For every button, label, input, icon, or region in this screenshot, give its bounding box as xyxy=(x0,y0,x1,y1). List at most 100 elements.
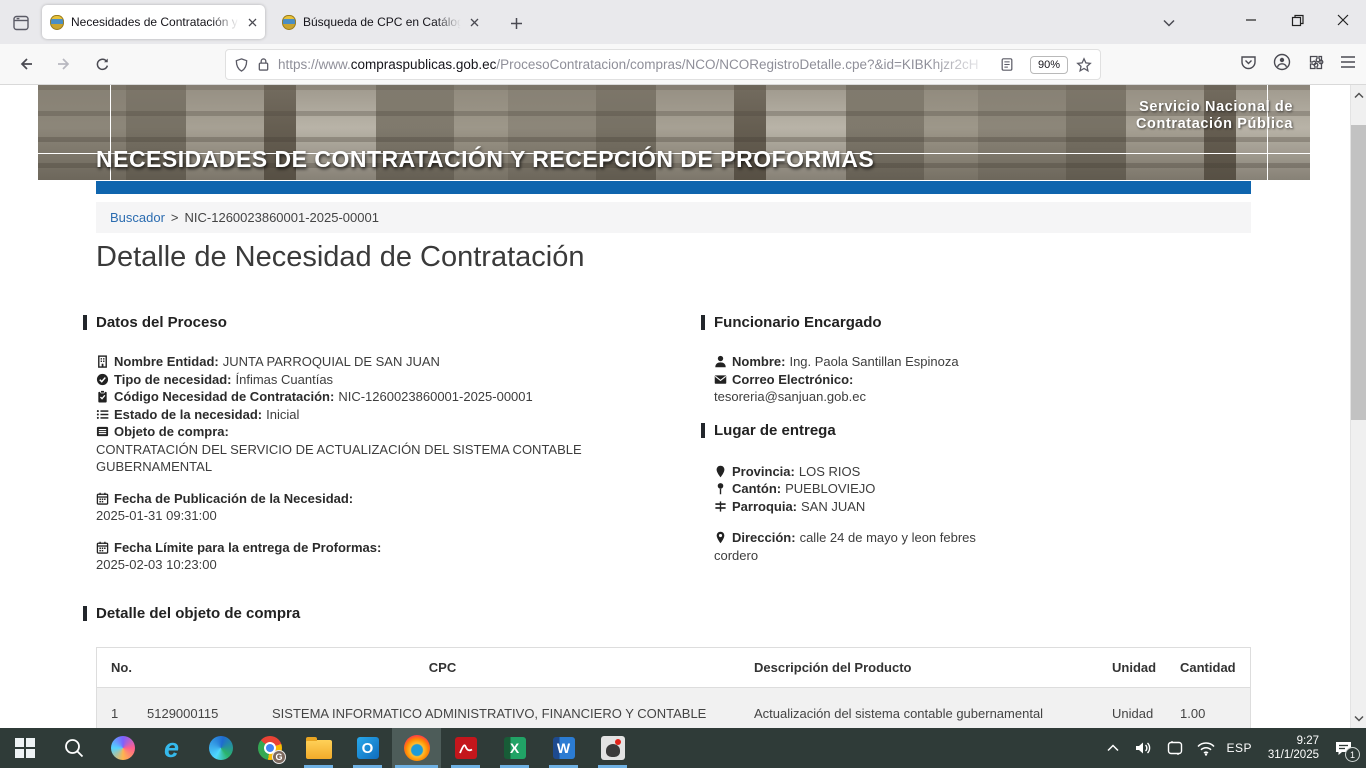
field-provincia: Provincia:LOS RIOS xyxy=(714,463,994,481)
url-text: https://www.compraspublicas.gob.ec/Proce… xyxy=(278,57,1000,72)
restore-button[interactable] xyxy=(1274,0,1320,40)
excel-icon: X xyxy=(504,737,526,759)
notification-center-button[interactable]: 1 xyxy=(1328,728,1358,768)
edge-button[interactable] xyxy=(196,728,245,768)
connect-icon xyxy=(1166,740,1184,756)
restore-icon xyxy=(1291,14,1304,27)
language-indicator[interactable]: ESP xyxy=(1226,741,1252,755)
extensions-puzzle-icon[interactable] xyxy=(1307,54,1324,76)
search-icon xyxy=(63,737,85,759)
back-button[interactable] xyxy=(10,49,42,79)
wifi-icon xyxy=(1196,741,1216,756)
browser-tab-busqueda-cpc[interactable]: Búsqueda de CPC en Catálogo xyxy=(274,5,487,39)
ecuador-crest-favicon xyxy=(282,15,296,30)
tab-close-icon[interactable] xyxy=(470,18,479,27)
breadcrumb-buscador-link[interactable]: Buscador xyxy=(110,210,165,225)
field-codigo-necesidad: Código Necesidad de Contratación:NIC-126… xyxy=(96,388,696,406)
field-label: Objeto de compra: xyxy=(114,424,229,439)
datos-del-proceso-section: Datos del Proceso Nombre Entidad:JUNTA P… xyxy=(96,314,696,574)
list-all-tabs-button[interactable] xyxy=(1155,10,1183,36)
clipboard-check-icon xyxy=(96,390,109,403)
tab-close-icon[interactable] xyxy=(248,18,257,27)
search-button[interactable] xyxy=(49,728,98,768)
new-tab-button[interactable] xyxy=(503,10,529,36)
field-value: SAN JUAN xyxy=(801,499,865,514)
road-icon xyxy=(714,500,727,513)
field-value: Ing. Paola Santillan Espinoza xyxy=(789,354,958,369)
firefox-icon xyxy=(404,735,430,761)
outlook-button[interactable]: O xyxy=(343,728,392,768)
hidden-icons-chevron[interactable] xyxy=(1102,728,1124,768)
banner-title: NECESIDADES DE CONTRATACIÓN Y RECEPCIÓN … xyxy=(96,146,874,173)
internet-explorer-button[interactable]: e xyxy=(147,728,196,768)
reload-button[interactable] xyxy=(86,49,118,79)
tray-time: 9:27 xyxy=(1261,734,1319,748)
acrobat-button[interactable] xyxy=(441,728,490,768)
browser-toolbar: https://www.compraspublicas.gob.ec/Proce… xyxy=(0,44,1366,85)
cell-cpc-code: 5129000115 xyxy=(139,706,264,721)
edge-icon xyxy=(209,736,233,760)
minimize-icon xyxy=(1245,14,1257,26)
list-icon xyxy=(96,408,109,421)
agency-line2: Contratación Pública xyxy=(1136,116,1293,133)
close-button[interactable] xyxy=(1320,0,1366,40)
minimize-button[interactable] xyxy=(1228,0,1274,40)
cell-no: 1 xyxy=(97,706,139,721)
chrome-button[interactable]: G xyxy=(245,728,294,768)
table-header-row: No. CPC Descripción del Producto Unidad … xyxy=(97,648,1250,688)
cell-cantidad: 1.00 xyxy=(1172,706,1252,721)
copilot-button[interactable] xyxy=(98,728,147,768)
acrobat-reader-icon xyxy=(455,737,477,759)
back-arrow-icon xyxy=(18,56,34,72)
tab-title: Búsqueda de CPC en Catálogo xyxy=(303,15,464,29)
speaker-icon xyxy=(1134,740,1154,756)
connect-device-button[interactable] xyxy=(1164,728,1186,768)
browser-tab-necesidades[interactable]: Necesidades de Contratación y xyxy=(42,5,265,39)
reload-icon xyxy=(95,57,110,72)
scrollbar-thumb[interactable] xyxy=(1351,125,1366,420)
envelope-icon xyxy=(714,373,727,386)
calendar-icon xyxy=(96,492,109,505)
url-path: /ProcesoContratacion/compras/NCO/NCORegi… xyxy=(496,57,978,72)
account-icon[interactable] xyxy=(1273,53,1291,76)
scroll-down-arrow-icon[interactable] xyxy=(1351,710,1366,726)
field-objeto-compra: Objeto de compra: xyxy=(96,423,696,441)
tracking-shield-icon[interactable] xyxy=(234,57,249,73)
right-column: Funcionario Encargado Nombre:Ing. Paola … xyxy=(714,314,994,564)
objeto-compra-value: CONTRATACIÓN DEL SERVICIO DE ACTUALIZACI… xyxy=(96,441,696,476)
java-duke-icon xyxy=(601,736,625,760)
start-button[interactable] xyxy=(0,728,49,768)
volume-button[interactable] xyxy=(1133,728,1155,768)
cell-descripcion: Actualización del sistema contable guber… xyxy=(746,706,1104,721)
forward-button[interactable] xyxy=(48,49,80,79)
lock-icon[interactable] xyxy=(257,57,270,72)
field-label: Nombre: xyxy=(732,354,785,369)
section-heading-lugar: Lugar de entrega xyxy=(714,422,994,439)
java-app-button[interactable] xyxy=(588,728,637,768)
agency-line1: Servicio Nacional de xyxy=(1136,99,1293,116)
taskbar-apps: e G O X W xyxy=(0,728,637,768)
wifi-button[interactable] xyxy=(1195,728,1217,768)
pocket-icon[interactable] xyxy=(1240,54,1257,76)
reader-view-icon[interactable] xyxy=(1000,57,1014,72)
word-button[interactable]: W xyxy=(539,728,588,768)
excel-button[interactable]: X xyxy=(490,728,539,768)
url-bar[interactable]: https://www.compraspublicas.gob.ec/Proce… xyxy=(225,49,1101,80)
firefox-view-icon xyxy=(12,14,30,32)
zoom-level-badge[interactable]: 90% xyxy=(1030,56,1068,74)
map-marker-icon xyxy=(714,465,727,478)
scroll-up-arrow-icon[interactable] xyxy=(1351,87,1366,103)
file-explorer-button[interactable] xyxy=(294,728,343,768)
vertical-scrollbar[interactable] xyxy=(1350,85,1366,728)
field-value: Ínfimas Cuantías xyxy=(236,372,334,387)
chevron-down-icon xyxy=(1163,19,1175,27)
bookmark-star-icon[interactable] xyxy=(1076,57,1092,73)
field-label: Dirección: xyxy=(732,530,796,545)
clock[interactable]: 9:27 31/1/2025 xyxy=(1261,734,1319,762)
list-alt-icon xyxy=(96,425,109,438)
field-label: Cantón: xyxy=(732,481,781,496)
hamburger-menu-icon[interactable] xyxy=(1340,55,1356,74)
field-label: Tipo de necesidad: xyxy=(114,372,232,387)
firefox-view-button[interactable] xyxy=(8,10,34,36)
firefox-button[interactable] xyxy=(392,728,441,768)
